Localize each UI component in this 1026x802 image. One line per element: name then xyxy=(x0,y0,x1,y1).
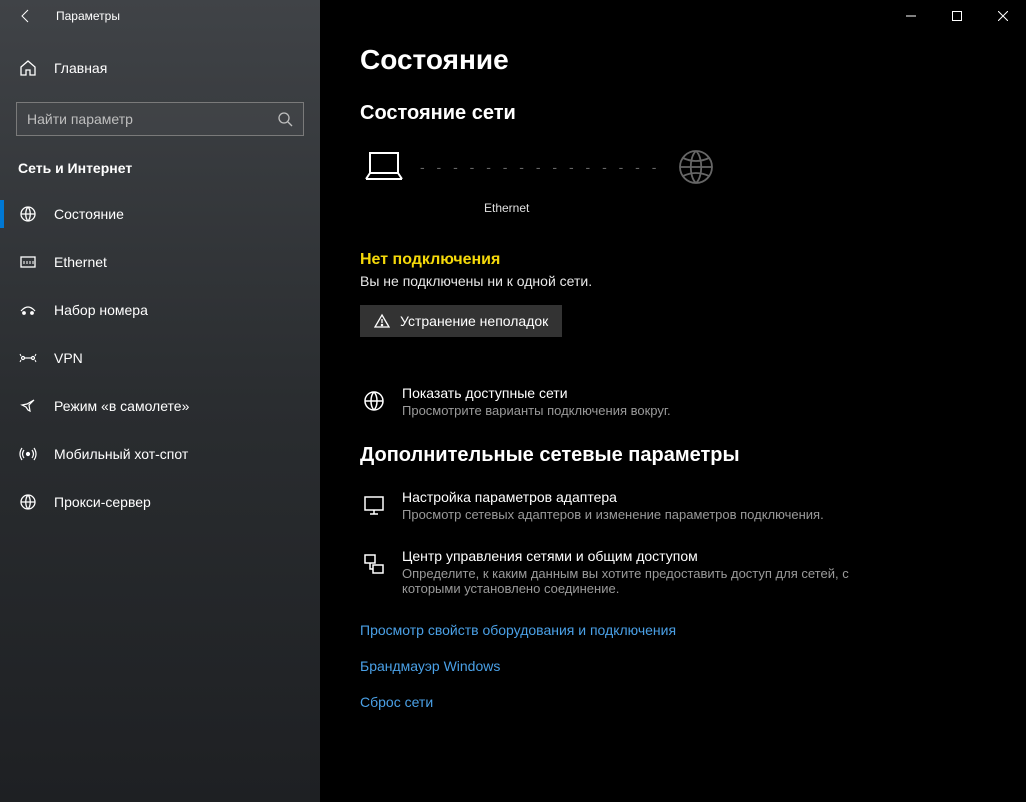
sharing-title: Центр управления сетями и общим доступом xyxy=(402,548,862,564)
home-label: Главная xyxy=(54,60,107,76)
warning-icon xyxy=(374,313,390,329)
category-label: Сеть и Интернет xyxy=(0,154,320,190)
ethernet-icon xyxy=(18,252,38,272)
search-icon xyxy=(277,111,293,127)
sidebar-item-ethernet[interactable]: Ethernet xyxy=(0,238,320,286)
sharing-center-row[interactable]: Центр управления сетями и общим доступом… xyxy=(360,548,986,596)
link-firewall[interactable]: Брандмауэр Windows xyxy=(360,658,986,674)
sidebar-item-label: Ethernet xyxy=(54,254,107,270)
section-status-heading: Состояние сети xyxy=(360,102,986,125)
advanced-heading: Дополнительные сетевые параметры xyxy=(360,444,986,467)
airplane-icon xyxy=(18,396,38,416)
sidebar-item-status[interactable]: Состояние xyxy=(0,190,320,238)
troubleshoot-button[interactable]: Устранение неполадок xyxy=(360,305,562,337)
close-button[interactable] xyxy=(980,0,1026,32)
vpn-icon xyxy=(18,348,38,368)
diagram-label: Ethernet xyxy=(484,201,986,215)
sidebar-item-label: VPN xyxy=(54,350,83,366)
globe-small-icon xyxy=(360,387,388,415)
sidebar-item-label: Режим «в самолете» xyxy=(54,398,189,414)
proxy-icon xyxy=(18,492,38,512)
link-reset[interactable]: Сброс сети xyxy=(360,694,986,710)
sidebar-item-label: Прокси-сервер xyxy=(54,494,151,510)
status-icon xyxy=(18,204,38,224)
search-input[interactable] xyxy=(27,111,277,127)
adapter-desc: Просмотр сетевых адаптеров и изменение п… xyxy=(402,507,824,522)
dialup-icon xyxy=(18,300,38,320)
search-box[interactable] xyxy=(16,102,304,136)
sharing-desc: Определите, к каким данным вы хотите пре… xyxy=(402,566,862,596)
sidebar-item-hotspot[interactable]: Мобильный хот-спот xyxy=(0,430,320,478)
maximize-button[interactable] xyxy=(934,0,980,32)
sidebar: Главная Сеть и Интернет Состояние Ethern… xyxy=(0,0,320,802)
home-icon xyxy=(18,58,38,78)
sidebar-item-label: Набор номера xyxy=(54,302,148,318)
page-title: Состояние xyxy=(360,44,986,76)
globe-icon xyxy=(672,143,720,191)
minimize-button[interactable] xyxy=(888,0,934,32)
sharing-icon xyxy=(360,550,388,578)
troubleshoot-label: Устранение неполадок xyxy=(400,313,548,329)
titlebar: Параметры xyxy=(0,0,1026,32)
link-hardware-properties[interactable]: Просмотр свойств оборудования и подключе… xyxy=(360,622,986,638)
sidebar-item-label: Состояние xyxy=(54,206,124,222)
show-networks-title: Показать доступные сети xyxy=(402,385,671,401)
home-button[interactable]: Главная xyxy=(0,48,320,88)
laptop-icon xyxy=(360,143,408,191)
sidebar-item-proxy[interactable]: Прокси-сервер xyxy=(0,478,320,526)
network-diagram: - - - - - - - - - - - - - - - xyxy=(360,143,986,191)
back-button[interactable] xyxy=(4,0,48,32)
connection-line: - - - - - - - - - - - - - - - xyxy=(408,159,672,175)
main-content: Состояние Состояние сети - - - - - - - -… xyxy=(320,0,1026,802)
sidebar-item-label: Мобильный хот-спот xyxy=(54,446,188,462)
sidebar-item-airplane[interactable]: Режим «в самолете» xyxy=(0,382,320,430)
adapter-title: Настройка параметров адаптера xyxy=(402,489,824,505)
hotspot-icon xyxy=(18,444,38,464)
window-title: Параметры xyxy=(48,9,120,23)
no-connection-desc: Вы не подключены ни к одной сети. xyxy=(360,273,986,289)
adapter-settings-row[interactable]: Настройка параметров адаптера Просмотр с… xyxy=(360,489,986,522)
sidebar-item-vpn[interactable]: VPN xyxy=(0,334,320,382)
sidebar-item-dialup[interactable]: Набор номера xyxy=(0,286,320,334)
adapter-icon xyxy=(360,491,388,519)
show-networks-row[interactable]: Показать доступные сети Просмотрите вари… xyxy=(360,385,986,418)
no-connection-title: Нет подключения xyxy=(360,251,986,269)
show-networks-desc: Просмотрите варианты подключения вокруг. xyxy=(402,403,671,418)
